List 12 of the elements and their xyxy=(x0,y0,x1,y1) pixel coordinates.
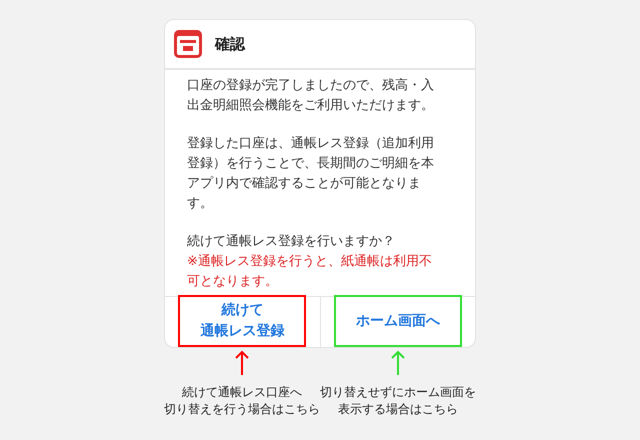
dialog-title: 確認 xyxy=(215,34,245,54)
annotation-caption: 切り替えを行う場合はこちら xyxy=(164,401,320,418)
passbookless-button[interactable]: 続けて 通帳レス登録 xyxy=(178,295,306,347)
message-text: 登録した口座は、通帳レス登録（追加利用登録）を行うことで、長期間のご明細を本アプリ内で確認することが可能となります。 xyxy=(187,135,435,213)
app-logo-icon xyxy=(173,29,203,59)
warning-text: ※通帳レス登録を行うと、紙通帳は利用不可となります。 xyxy=(187,253,433,291)
message-text: 口座の登録が完了しましたので、残高・入出金明細照会機能をご利用いただけます。 xyxy=(187,77,435,115)
annotation-caption: 表示する場合はこちら xyxy=(338,401,458,418)
annotation-caption: 続けて通帳レス口座へ xyxy=(182,384,302,401)
annotation-caption: 切り替えせずにホーム画面を xyxy=(320,384,476,401)
home-button[interactable]: ホーム画面へ xyxy=(334,295,462,347)
message-text: 続けて通帳レス登録を行いますか？ xyxy=(187,233,396,251)
